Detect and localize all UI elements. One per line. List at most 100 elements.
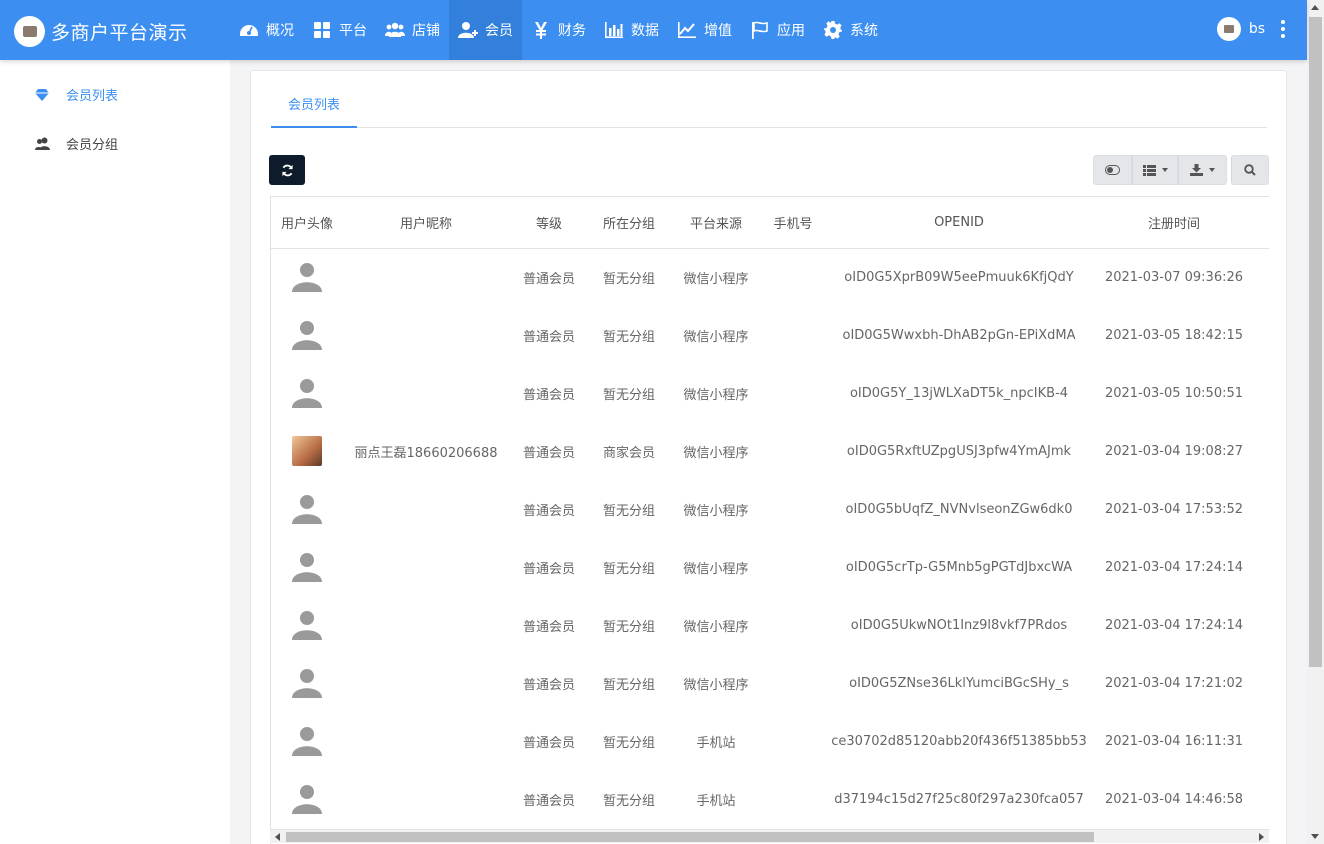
cell-phone <box>763 770 823 828</box>
cell-source: 微信小程序 <box>683 619 749 635</box>
avatar[interactable] <box>1216 17 1241 41</box>
nav-item-6[interactable]: 增值 <box>668 0 741 60</box>
table-row[interactable]: 丽点王磊18660206688 普通会员 商家会员 微信小程序 oID0G5RxftUZ… <box>271 422 1269 480</box>
tab-member-list[interactable]: 会员列表 <box>271 91 358 128</box>
cell-source: 手机站 <box>696 793 736 809</box>
avatar-cell <box>271 422 343 480</box>
nav-item-8[interactable]: 系统 <box>814 0 887 60</box>
dashboard-icon <box>239 20 259 40</box>
user-group-icon <box>34 136 50 152</box>
cell-level: 普通会员 <box>522 445 575 461</box>
brand-logo <box>14 15 45 47</box>
cell-time: 2021-03-05 18:42:15 <box>1104 327 1244 343</box>
sidebar-item-member-group[interactable]: 会员分组 <box>0 119 230 168</box>
export-button[interactable] <box>1178 155 1227 185</box>
nav-item-7[interactable]: 应用 <box>741 0 814 60</box>
avatar-cell <box>271 712 343 770</box>
table-row[interactable]: 普通会员 暂无分组 微信小程序 oID0G5UkwNOt1Inz9l8vkf7PRdo… <box>271 596 1269 654</box>
cell-time: 2021-03-04 14:46:58 <box>1104 791 1244 807</box>
table-row[interactable]: 普通会员 暂无分组 微信小程序 oID0G5Y_13jWLXaDT5k_npcIKB-… <box>271 364 1269 422</box>
nav-item-label: 财务 <box>558 23 586 39</box>
column-header: 用户昵称 <box>343 197 509 249</box>
nav-item-5[interactable]: 数据 <box>595 0 668 60</box>
table-row[interactable]: 普通会员 暂无分组 微信小程序 oID0G5bUqfZ_NVNvlseonZGw6dk… <box>271 480 1269 538</box>
table-row[interactable]: 普通会员 暂无分组 手机站 ce30702d85120abb20f436f51385b… <box>271 712 1269 770</box>
refresh-button[interactable] <box>269 155 305 185</box>
table-row[interactable]: 普通会员 暂无分组 微信小程序 oID0G5Wwxbh-DhAB2pGn-EPiXdM… <box>271 306 1269 364</box>
search-button[interactable] <box>1231 155 1269 185</box>
user-menu[interactable]: bs <box>1216 17 1285 41</box>
cell-time: 2021-03-04 17:53:52 <box>1104 501 1244 517</box>
avatar-cell <box>271 480 343 538</box>
cell-source: 微信小程序 <box>683 387 749 403</box>
scroll-down-icon[interactable] <box>1311 834 1319 839</box>
columns-button[interactable] <box>1132 155 1178 185</box>
horizontal-scrollbar[interactable] <box>270 829 1269 843</box>
cell-source: 微信小程序 <box>683 445 749 461</box>
sidebar: 会员列表 会员分组 <box>0 60 230 844</box>
nav-item-label: 系统 <box>850 23 878 39</box>
cell-level: 普通会员 <box>522 793 575 809</box>
cell-group: 商家会员 <box>602 445 655 461</box>
cell-phone <box>763 654 823 712</box>
diamond-icon <box>34 87 50 103</box>
avatar-cell <box>271 364 343 422</box>
scroll-left-icon[interactable] <box>275 833 280 841</box>
cell-group: 暂无分组 <box>602 503 655 519</box>
cell-openid: oID0G5bUqfZ_NVNvlseonZGw6dk0 <box>845 501 1073 517</box>
default-avatar-icon <box>290 492 324 526</box>
cell-overflow <box>1253 248 1269 306</box>
cell-group: 暂无分组 <box>602 271 655 287</box>
flag-icon <box>750 20 770 40</box>
nav-item-0[interactable]: 概况 <box>230 0 303 60</box>
cell-openid: ce30702d85120abb20f436f51385bb53 <box>831 733 1087 749</box>
main-card: 会员列表 用户头像 用户昵称 等级所在分组 平台来源 手机号 OPENID 注册… <box>250 70 1287 844</box>
cell-openid: oID0G5Y_13jWLXaDT5k_npcIKB-4 <box>849 385 1069 401</box>
nav-item-4[interactable]: 财务 <box>522 0 595 60</box>
table-row[interactable]: 普通会员 暂无分组 微信小程序 oID0G5XprB09W5eePmuuk6KfjQd… <box>271 248 1269 306</box>
cell-phone <box>763 306 823 364</box>
column-header: 等级 <box>509 197 589 249</box>
more-vertical-icon[interactable] <box>1281 20 1285 38</box>
cell-overflow <box>1253 364 1269 422</box>
cell-phone <box>763 538 823 596</box>
cell-nickname <box>343 306 509 364</box>
cell-source: 微信小程序 <box>683 503 749 519</box>
cell-time: 2021-03-05 10:50:51 <box>1104 385 1244 401</box>
table-row[interactable]: 普通会员 暂无分组 微信小程序 oID0G5ZNse36LklYumciBGcSHy_… <box>271 654 1269 712</box>
default-avatar-icon <box>290 376 324 410</box>
scrollbar-thumb[interactable] <box>1309 17 1322 667</box>
scroll-up-icon[interactable] <box>1311 5 1319 10</box>
nav-item-2[interactable]: 店铺 <box>376 0 449 60</box>
nav-item-label: 店铺 <box>412 23 440 39</box>
nav-item-label: 增值 <box>704 23 732 39</box>
toggle-view-button[interactable] <box>1093 155 1132 185</box>
users-icon <box>385 20 405 40</box>
table-row[interactable]: 普通会员 暂无分组 微信小程序 oID0G5crTp-G5Mnb5gPGTdJbxcW… <box>271 538 1269 596</box>
cell-group: 暂无分组 <box>602 329 655 345</box>
cell-time: 2021-03-04 17:24:14 <box>1104 617 1244 633</box>
cell-nickname <box>343 712 509 770</box>
download-icon <box>1190 164 1203 176</box>
cell-level: 普通会员 <box>522 561 575 577</box>
nav-item-label: 会员 <box>485 23 513 39</box>
cell-nickname <box>343 654 509 712</box>
sidebar-item-member-list[interactable]: 会员列表 <box>0 70 230 119</box>
avatar-cell <box>271 248 343 306</box>
nav-item-1[interactable]: 平台 <box>303 0 376 60</box>
bar-chart-icon <box>604 20 624 40</box>
scrollbar-thumb[interactable] <box>286 832 1094 842</box>
user-name[interactable]: bs <box>1249 21 1265 37</box>
scroll-right-icon[interactable] <box>1259 833 1264 841</box>
cell-overflow <box>1253 712 1269 770</box>
yen-icon <box>531 20 551 40</box>
table-row[interactable]: 普通会员 暂无分组 手机站 d37194c15d27f25c80f297a230fca… <box>271 770 1269 828</box>
list-icon <box>1142 164 1156 176</box>
nav-item-label: 平台 <box>339 23 367 39</box>
table-toolbar <box>1093 155 1269 185</box>
brand[interactable]: 多商户平台演示 <box>14 15 188 47</box>
nav-item-3[interactable]: 会员 <box>449 0 522 60</box>
cell-group: 暂无分组 <box>602 387 655 403</box>
cell-openid: oID0G5RxftUZpgUSJ3pfw4YmAJmk <box>846 443 1072 459</box>
page-vertical-scrollbar[interactable] <box>1307 0 1324 844</box>
